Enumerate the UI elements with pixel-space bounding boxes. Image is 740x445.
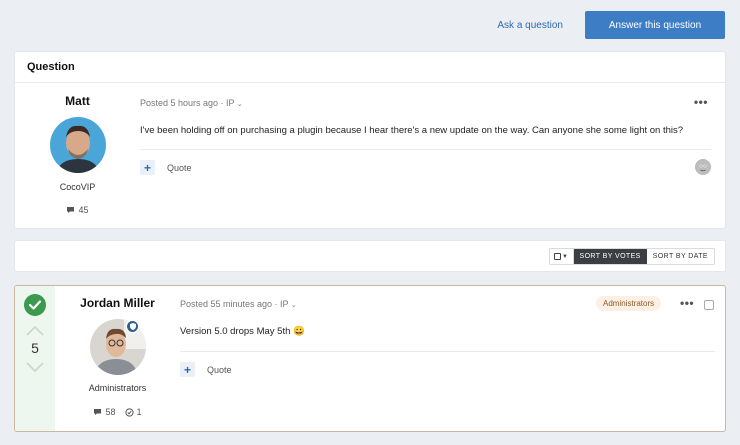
author-stats: 58 1	[70, 407, 165, 417]
reaction-avatar[interactable]	[695, 159, 711, 175]
comment-icon	[67, 207, 75, 213]
caret-down-icon: ▼	[562, 253, 568, 260]
more-options-icon[interactable]: •••	[680, 296, 694, 310]
moderation-checkbox[interactable]	[704, 300, 714, 310]
downvote-icon[interactable]	[26, 362, 44, 372]
post-count: 58	[93, 407, 116, 417]
check-circle-icon	[124, 407, 134, 417]
sort-controls: ▼ SORT BY VOTES SORT BY DATE	[548, 248, 715, 265]
sort-bar: ▼ SORT BY VOTES SORT BY DATE	[14, 240, 726, 272]
question-panel: Question Matt CocoVIP 45 Posted 5 hours …	[14, 51, 726, 229]
question-header: Question	[15, 52, 725, 83]
comment-icon	[94, 409, 102, 415]
answer-author: Jordan Miller Administrators 58 1	[70, 296, 165, 417]
vote-count: 5	[31, 340, 39, 356]
sort-by-date-button[interactable]: SORT BY DATE	[646, 249, 714, 264]
group-badge: Administrators	[596, 296, 662, 311]
ask-question-link[interactable]: Ask a question	[497, 20, 563, 31]
answer-question-button[interactable]: Answer this question	[585, 11, 725, 39]
post-count: 45	[66, 205, 89, 215]
select-all-checkbox[interactable]: ▼	[549, 249, 574, 264]
answer-panel: 5 Jordan Miller Administrators 58 1 Post…	[14, 285, 726, 432]
post-meta-text[interactable]: Posted 5 hours ago · IP	[140, 98, 234, 108]
post-count-value: 58	[105, 407, 116, 417]
post-meta: Posted 5 hours ago · IP ⌄	[140, 98, 243, 108]
upvote-icon[interactable]	[26, 326, 44, 336]
chevron-down-icon[interactable]: ⌄	[237, 101, 243, 108]
post-meta: Posted 55 minutes ago · IP ⌄	[180, 299, 297, 309]
quote-button[interactable]: Quote	[207, 365, 232, 375]
solutions-count: 1	[124, 407, 142, 417]
vote-column: 5	[15, 286, 55, 431]
author-group: Administrators	[88, 383, 147, 393]
divider	[140, 149, 711, 150]
sort-by-votes-button[interactable]: SORT BY VOTES	[573, 249, 647, 264]
solved-check-icon	[24, 294, 46, 316]
author-name[interactable]: Matt	[25, 94, 130, 108]
top-actions: Ask a question Answer this question	[497, 11, 725, 39]
solutions-count-value: 1	[136, 407, 142, 417]
more-options-icon[interactable]: •••	[694, 95, 708, 109]
post-count-value: 45	[78, 205, 89, 215]
quote-button[interactable]: Quote	[167, 163, 192, 173]
checkbox-icon	[554, 253, 562, 260]
moderator-shield-icon	[126, 320, 139, 333]
chevron-down-icon[interactable]: ⌄	[291, 302, 297, 309]
post-meta-text[interactable]: Posted 55 minutes ago · IP	[180, 299, 288, 309]
author-name[interactable]: Jordan Miller	[70, 296, 165, 310]
post-content: I've been holding off on purchasing a pl…	[140, 125, 684, 136]
post-content: Version 5.0 drops May 5th 😀	[180, 326, 305, 337]
divider	[180, 351, 715, 352]
author-group: CocoVIP	[59, 182, 96, 192]
question-author: Matt CocoVIP 45	[25, 94, 130, 215]
add-reaction-button[interactable]: +	[180, 362, 195, 377]
avatar[interactable]	[49, 117, 106, 173]
author-stats: 45	[25, 205, 130, 215]
add-reaction-button[interactable]: +	[140, 160, 155, 175]
